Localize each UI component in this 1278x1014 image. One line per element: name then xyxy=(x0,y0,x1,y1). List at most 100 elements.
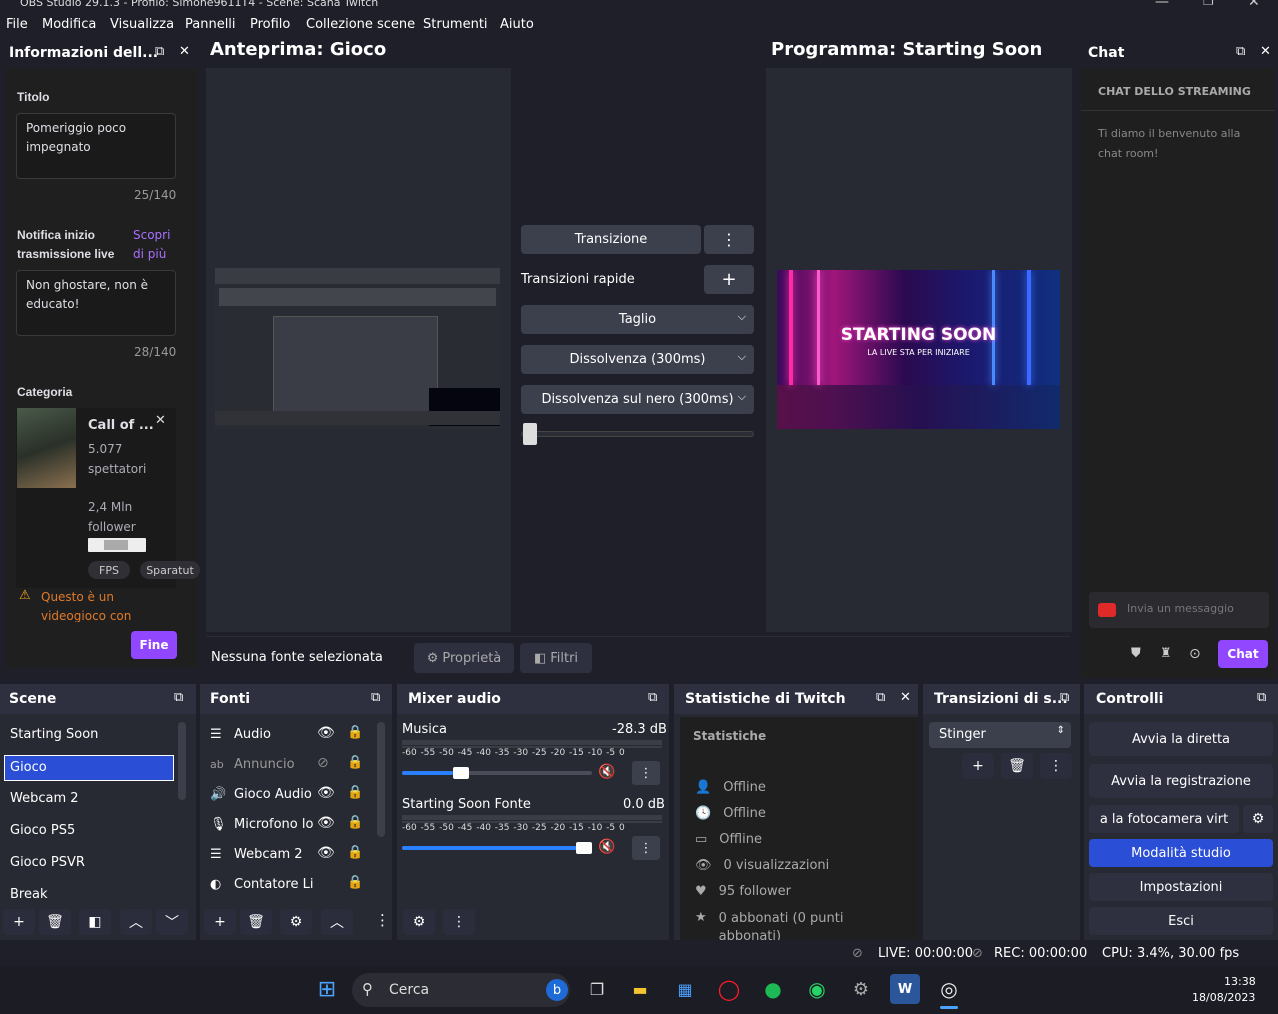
store-icon[interactable]: ▦ xyxy=(670,974,700,1004)
preview-video[interactable] xyxy=(215,268,500,429)
add-scene-icon[interactable]: + xyxy=(3,909,35,935)
chevron-up-icon[interactable]: ︿ xyxy=(321,909,353,935)
settings-button[interactable]: Impostazioni xyxy=(1089,873,1273,901)
whatsapp-icon[interactable]: ◉ xyxy=(802,974,832,1004)
mixer-settings-icon[interactable]: ⚙ xyxy=(403,909,435,935)
file-explorer-icon[interactable]: ▬ xyxy=(625,974,655,1004)
volume-handle[interactable] xyxy=(453,767,470,779)
undock-icon[interactable]: ⧉ xyxy=(1060,690,1069,705)
source-item[interactable]: 🔊 Gioco Audio xyxy=(210,780,370,808)
source-item[interactable]: ☰ Audio xyxy=(210,720,370,748)
search-box[interactable]: ⚲ Cerca b xyxy=(352,973,570,1007)
more-icon[interactable]: ⋮ xyxy=(375,911,390,929)
eye-icon[interactable]: 👁 xyxy=(317,845,335,861)
titolo-input[interactable]: Pomeriggio poco impegnato xyxy=(16,113,176,179)
quick-transition-taglio[interactable]: Taglio ⌵ xyxy=(521,305,754,334)
record-icon[interactable] xyxy=(1098,603,1116,617)
done-button[interactable]: Fine xyxy=(131,631,177,659)
undock-icon[interactable]: ⧉ xyxy=(1236,44,1245,59)
scopri-link[interactable]: Scopri di più xyxy=(133,226,183,264)
more-icon[interactable]: ⋮ xyxy=(632,761,660,785)
word-icon[interactable]: W xyxy=(890,974,920,1004)
task-view-icon[interactable]: ❐ xyxy=(582,974,612,1004)
undock-icon[interactable]: ⧉ xyxy=(1257,690,1266,705)
source-item[interactable]: 🎙 Microfono lo xyxy=(210,810,370,838)
trash-icon[interactable]: 🗑 xyxy=(240,909,272,935)
close-icon[interactable]: ✕ xyxy=(1260,44,1271,59)
volume-slider[interactable] xyxy=(402,842,592,854)
scene-filter-icon[interactable]: ◧ xyxy=(79,909,111,935)
eye-icon[interactable]: 👁 xyxy=(317,815,335,831)
scene-item[interactable]: Starting Soon xyxy=(10,727,98,742)
menu-file[interactable]: File xyxy=(6,17,28,32)
scene-item-selected[interactable]: Gioco xyxy=(4,755,174,781)
source-item[interactable]: ☰ Webcam 2 xyxy=(210,840,370,868)
volume-slider[interactable] xyxy=(402,767,592,779)
lock-icon[interactable]: 🔒 xyxy=(347,845,363,860)
quick-transition-dissolvenza[interactable]: Dissolvenza (300ms) ⌵ xyxy=(521,345,754,374)
menu-modifica[interactable]: Modifica xyxy=(42,17,96,32)
chat-send-button[interactable]: Chat xyxy=(1218,640,1268,668)
minimize-icon[interactable]: — xyxy=(1155,0,1169,10)
menu-pannelli[interactable]: Pannelli xyxy=(185,17,236,32)
studio-mode-button[interactable]: Modalità studio xyxy=(1089,839,1273,867)
shield-icon[interactable]: ⛊ xyxy=(1131,646,1141,661)
gear-icon[interactable]: ⚙ xyxy=(280,909,312,935)
notifica-input[interactable]: Non ghostare, non è educato! xyxy=(16,270,176,336)
scrollbar-thumb[interactable] xyxy=(104,540,128,550)
source-item[interactable]: ◐ Contatore Li xyxy=(210,870,370,898)
lock-icon[interactable]: 🔒 xyxy=(347,785,363,800)
transition-select[interactable]: Stinger ⇕ xyxy=(929,722,1071,748)
muted-speaker-icon[interactable]: 🔇 xyxy=(598,764,615,780)
close-window-icon[interactable]: ✕ xyxy=(1248,0,1260,10)
menu-collezione-scene[interactable]: Collezione scene xyxy=(306,17,415,32)
scenes-scrollbar[interactable] xyxy=(178,722,186,800)
chevron-up-icon[interactable]: ︿ xyxy=(120,909,152,935)
slider-handle[interactable] xyxy=(523,423,537,445)
remove-category-icon[interactable]: ✕ xyxy=(155,413,166,428)
scene-item[interactable]: Webcam 2 xyxy=(10,791,79,806)
menu-strumenti[interactable]: Strumenti xyxy=(423,17,488,32)
quick-transition-dissolvenza-nero[interactable]: Dissolvenza sul nero (300ms) ⌵ xyxy=(521,385,754,414)
obs-icon[interactable]: ◎ xyxy=(934,974,964,1004)
properties-button[interactable]: ⚙ Proprietà xyxy=(414,643,514,673)
opera-icon[interactable]: ◯ xyxy=(714,974,744,1004)
close-icon[interactable]: ✕ xyxy=(900,690,911,705)
lock-icon[interactable]: 🔒 xyxy=(347,755,363,770)
eye-icon[interactable]: 👁 xyxy=(317,785,335,801)
menu-aiuto[interactable]: Aiuto xyxy=(500,17,534,32)
transition-slider[interactable] xyxy=(521,423,754,445)
menu-profilo[interactable]: Profilo xyxy=(250,17,290,32)
scene-item[interactable]: Gioco PS5 xyxy=(10,823,75,838)
lock-icon[interactable]: 🔒 xyxy=(347,815,363,830)
start-streaming-button[interactable]: Avvia la diretta xyxy=(1089,722,1273,756)
add-transition-icon[interactable]: + xyxy=(962,753,994,779)
undock-icon[interactable]: ⧉ xyxy=(155,44,164,59)
spotify-icon[interactable]: ● xyxy=(758,974,788,1004)
undock-icon[interactable]: ⧉ xyxy=(371,690,380,705)
gear-icon[interactable]: ⚙ xyxy=(1243,805,1273,833)
source-item[interactable]: ab Annuncio xyxy=(210,750,370,778)
lock-icon[interactable]: 🔒 xyxy=(347,725,363,740)
virtual-camera-button[interactable]: a la fotocamera virt xyxy=(1089,805,1239,833)
menu-visualizza[interactable]: Visualizza xyxy=(110,17,174,32)
settings-app-icon[interactable]: ⚙ xyxy=(846,974,876,1004)
channel-points-icon[interactable]: ⊙ xyxy=(1189,646,1201,662)
muted-speaker-icon[interactable]: 🔇 xyxy=(598,839,615,855)
horizontal-scrollbar[interactable] xyxy=(88,538,146,552)
exit-button[interactable]: Esci xyxy=(1089,907,1273,935)
start-recording-button[interactable]: Avvia la registrazione xyxy=(1089,764,1273,798)
emote-icon[interactable]: ♜ xyxy=(1160,646,1172,661)
scene-item[interactable]: Gioco PSVR xyxy=(10,855,85,870)
tag-fps[interactable]: FPS xyxy=(88,561,130,579)
chevron-down-icon[interactable]: ﹀ xyxy=(156,909,188,935)
eye-icon[interactable]: 👁 xyxy=(317,725,335,741)
undock-icon[interactable]: ⧉ xyxy=(174,690,183,705)
more-icon[interactable]: ⋮ xyxy=(1040,753,1072,779)
add-source-icon[interactable]: + xyxy=(204,909,236,935)
trash-icon[interactable]: 🗑 xyxy=(1001,753,1033,779)
undock-icon[interactable]: ⧉ xyxy=(876,690,885,705)
lock-icon[interactable]: 🔒 xyxy=(347,875,363,890)
windows-start-icon[interactable]: ⊞ xyxy=(312,974,342,1004)
add-quick-transition-icon[interactable]: + xyxy=(704,265,754,294)
